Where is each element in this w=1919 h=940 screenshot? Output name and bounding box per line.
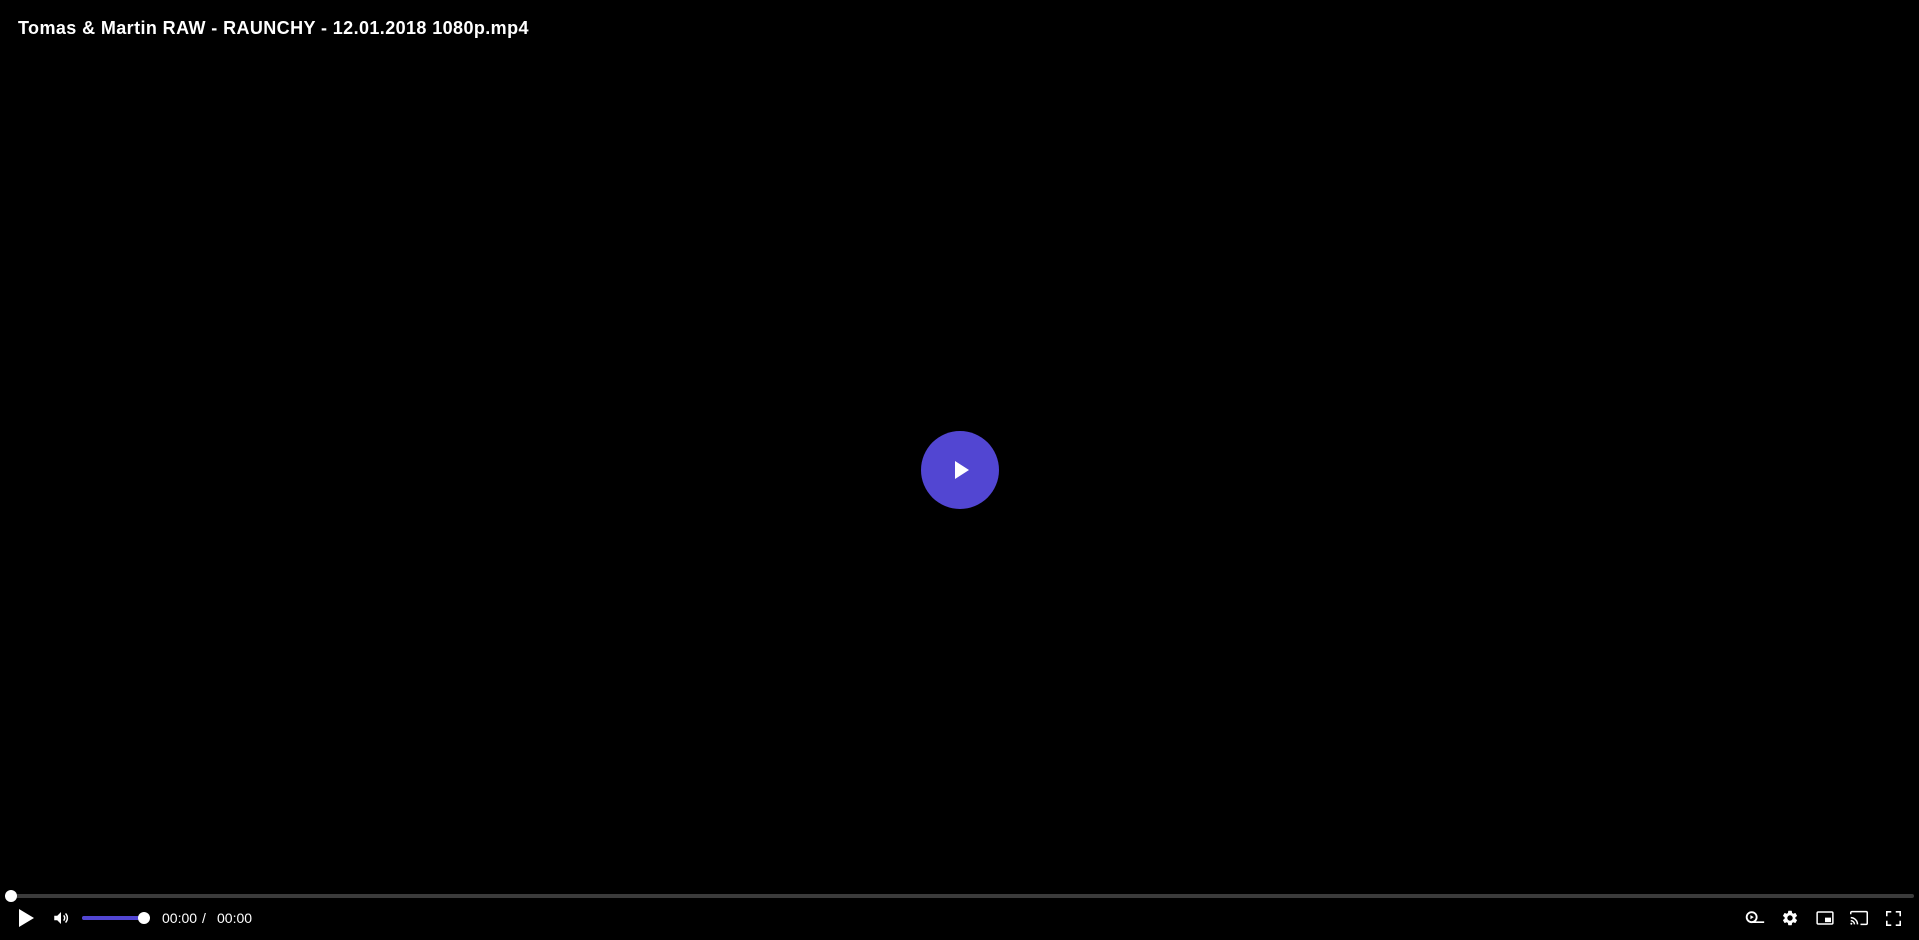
mute-button[interactable] [48,904,74,932]
duration: 00:00 [217,910,253,926]
play-icon [19,909,34,927]
play-icon [955,461,969,479]
playback-speed-icon [1745,911,1765,924]
volume-thumb[interactable] [138,912,150,924]
control-bar: 00:00 / 00:00 [0,904,1919,932]
fullscreen-icon [1885,910,1901,926]
progress-track [11,894,1914,898]
cast-button[interactable] [1846,904,1872,932]
playback-speed-button[interactable] [1742,904,1768,932]
progress-bar[interactable] [5,890,1914,902]
volume-slider[interactable] [82,912,150,924]
cast-icon [1850,910,1868,926]
progress-thumb[interactable] [5,890,17,902]
time-separator: / [202,910,206,926]
picture-in-picture-button[interactable] [1812,904,1838,932]
settings-button[interactable] [1777,904,1803,932]
volume-fill [82,916,144,920]
video-title: Tomas & Martin RAW - RAUNCHY - 12.01.201… [18,18,529,38]
big-play-button[interactable] [921,431,999,509]
picture-in-picture-icon [1816,911,1834,925]
fullscreen-button[interactable] [1880,904,1906,932]
gear-icon [1782,910,1798,926]
video-player[interactable]: Tomas & Martin RAW - RAUNCHY - 12.01.201… [0,0,1919,940]
current-time: 00:00 [162,910,198,926]
volume-icon [54,912,69,924]
play-button[interactable] [12,904,40,932]
